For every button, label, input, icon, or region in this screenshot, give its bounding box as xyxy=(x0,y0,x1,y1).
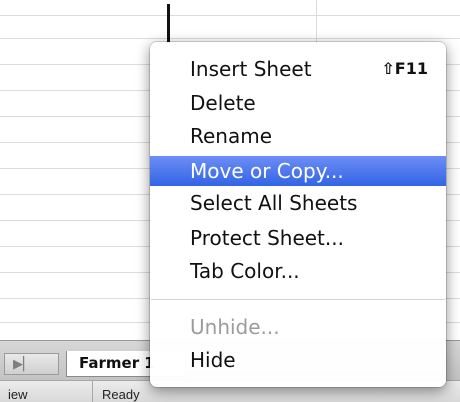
menu-item-label: Tab Color... xyxy=(190,259,300,283)
menu-item-protect-sheet[interactable]: Protect Sheet... xyxy=(150,223,446,253)
menu-item-label: Unhide... xyxy=(190,315,280,339)
status-text: Ready xyxy=(102,387,140,402)
last-sheet-nav-button[interactable]: ▶▏ xyxy=(4,353,59,375)
menu-item-label: Move or Copy... xyxy=(190,159,344,183)
menu-item-tab-color[interactable]: Tab Color... xyxy=(150,256,446,286)
text-cursor xyxy=(167,4,170,44)
menu-item-insert-sheet[interactable]: Insert Sheet ⇧F11 xyxy=(150,54,446,84)
menu-item-delete[interactable]: Delete xyxy=(150,88,446,118)
status-divider xyxy=(92,381,93,402)
shortcut-label: ⇧F11 xyxy=(381,59,428,78)
menu-item-select-all-sheets[interactable]: Select All Sheets xyxy=(150,188,446,218)
view-mode-label[interactable]: iew xyxy=(8,387,28,402)
menu-item-rename[interactable]: Rename xyxy=(150,121,446,151)
menu-item-label: Select All Sheets xyxy=(190,191,358,215)
menu-item-label: Protect Sheet... xyxy=(190,226,344,250)
menu-item-label: Rename xyxy=(190,124,273,148)
menu-separator xyxy=(151,299,445,300)
menu-item-unhide: Unhide... xyxy=(150,312,446,342)
menu-item-label: Delete xyxy=(190,91,256,115)
menu-item-hide[interactable]: Hide xyxy=(150,345,446,375)
row-line xyxy=(0,15,460,16)
row-line xyxy=(0,38,460,39)
sheet-tab-label: Farmer 1 xyxy=(79,354,155,372)
menu-item-label: Hide xyxy=(190,348,236,372)
nav-arrow-icon: ▶▏ xyxy=(13,356,33,371)
sheet-context-menu: Insert Sheet ⇧F11 Delete Rename Move or … xyxy=(150,42,446,387)
menu-item-label: Insert Sheet xyxy=(190,57,312,81)
menu-item-move-or-copy[interactable]: Move or Copy... xyxy=(150,156,446,186)
